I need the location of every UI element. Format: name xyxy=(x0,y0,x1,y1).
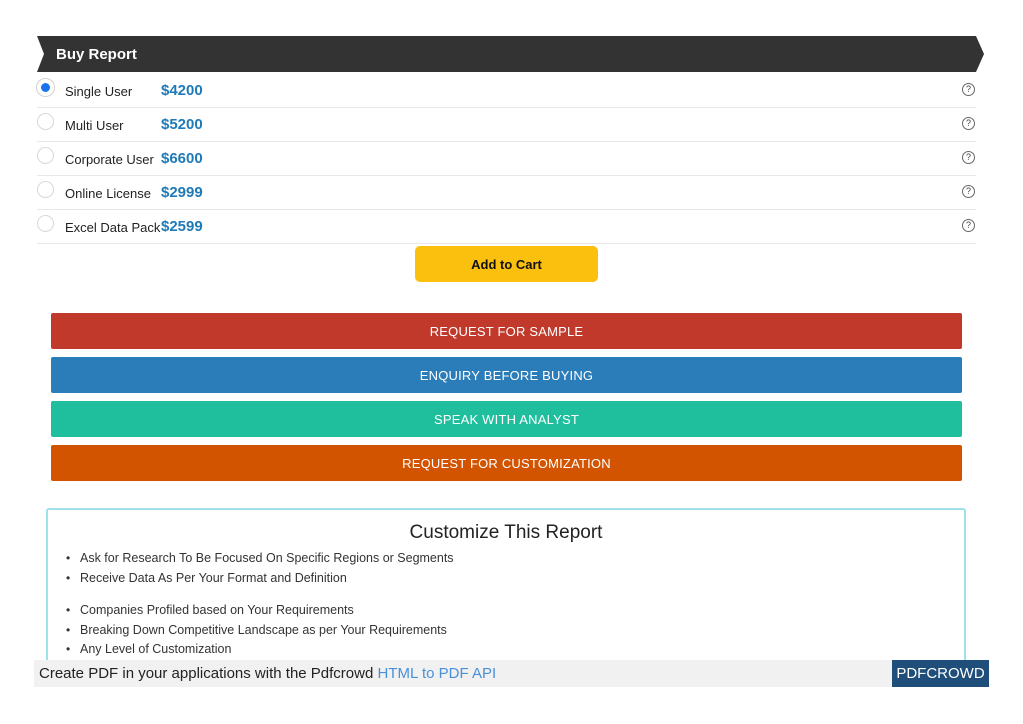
radio-button-selected[interactable] xyxy=(37,79,54,96)
customize-title: Customize This Report xyxy=(409,522,603,543)
license-options: Single User $4200 ? Multi User $5200 ? C… xyxy=(37,74,976,244)
header-arrow-decoration xyxy=(976,36,984,72)
help-icon[interactable]: ? xyxy=(962,83,975,96)
license-price: $5200 xyxy=(161,116,203,133)
help-icon[interactable]: ? xyxy=(962,219,975,232)
header-notch-decoration xyxy=(37,36,44,72)
list-item: Companies Profiled based on Your Require… xyxy=(66,603,447,623)
list-item: Any Level of Customization xyxy=(66,642,447,662)
pdfcrowd-badge[interactable]: PDFCROWD xyxy=(892,660,989,687)
request-customization-button[interactable]: REQUEST FOR CUSTOMIZATION xyxy=(51,445,962,481)
radio-button[interactable] xyxy=(37,113,54,130)
license-option-excel-data-pack[interactable]: Excel Data Pack $2599 ? xyxy=(37,210,976,244)
radio-button[interactable] xyxy=(37,215,54,232)
help-icon[interactable]: ? xyxy=(962,117,975,130)
radio-button[interactable] xyxy=(37,181,54,198)
request-sample-button[interactable]: REQUEST FOR SAMPLE xyxy=(51,313,962,349)
license-option-multi-user[interactable]: Multi User $5200 ? xyxy=(37,108,976,142)
license-price: $2599 xyxy=(161,218,203,235)
customize-list-primary: Ask for Research To Be Focused On Specif… xyxy=(66,551,454,590)
enquiry-before-buying-button[interactable]: ENQUIRY BEFORE BUYING xyxy=(51,357,962,393)
license-price: $2999 xyxy=(161,184,203,201)
footer-text: Create PDF in your applications with the… xyxy=(39,665,496,682)
customize-report-panel: Customize This Report Ask for Research T… xyxy=(46,508,966,668)
license-option-corporate-user[interactable]: Corporate User $6600 ? xyxy=(37,142,976,176)
page: Buy Report Single User $4200 ? Multi Use… xyxy=(0,0,1023,724)
list-item: Ask for Research To Be Focused On Specif… xyxy=(66,551,454,571)
pdfcrowd-footer: Create PDF in your applications with the… xyxy=(34,660,989,687)
license-name: Excel Data Pack xyxy=(65,220,161,235)
speak-with-analyst-button[interactable]: SPEAK WITH ANALYST xyxy=(51,401,962,437)
license-name: Multi User xyxy=(65,118,124,133)
license-price: $4200 xyxy=(161,82,203,99)
license-name: Corporate User xyxy=(65,152,154,167)
radio-button[interactable] xyxy=(37,147,54,164)
buy-report-header: Buy Report xyxy=(37,36,984,72)
customize-list-secondary: Companies Profiled based on Your Require… xyxy=(66,603,447,662)
list-item: Receive Data As Per Your Format and Defi… xyxy=(66,571,454,591)
buy-report-title: Buy Report xyxy=(56,45,137,63)
html-to-pdf-link[interactable]: HTML to PDF API xyxy=(378,665,497,682)
license-name: Single User xyxy=(65,84,133,99)
help-icon[interactable]: ? xyxy=(962,185,975,198)
license-option-online-license[interactable]: Online License $2999 ? xyxy=(37,176,976,210)
license-price: $6600 xyxy=(161,150,203,167)
list-item: Breaking Down Competitive Landscape as p… xyxy=(66,623,447,643)
license-name: Online License xyxy=(65,186,151,201)
add-to-cart-button[interactable]: Add to Cart xyxy=(415,246,598,282)
footer-message: Create PDF in your applications with the… xyxy=(39,665,378,682)
license-option-single-user[interactable]: Single User $4200 ? xyxy=(37,74,976,108)
help-icon[interactable]: ? xyxy=(962,151,975,164)
